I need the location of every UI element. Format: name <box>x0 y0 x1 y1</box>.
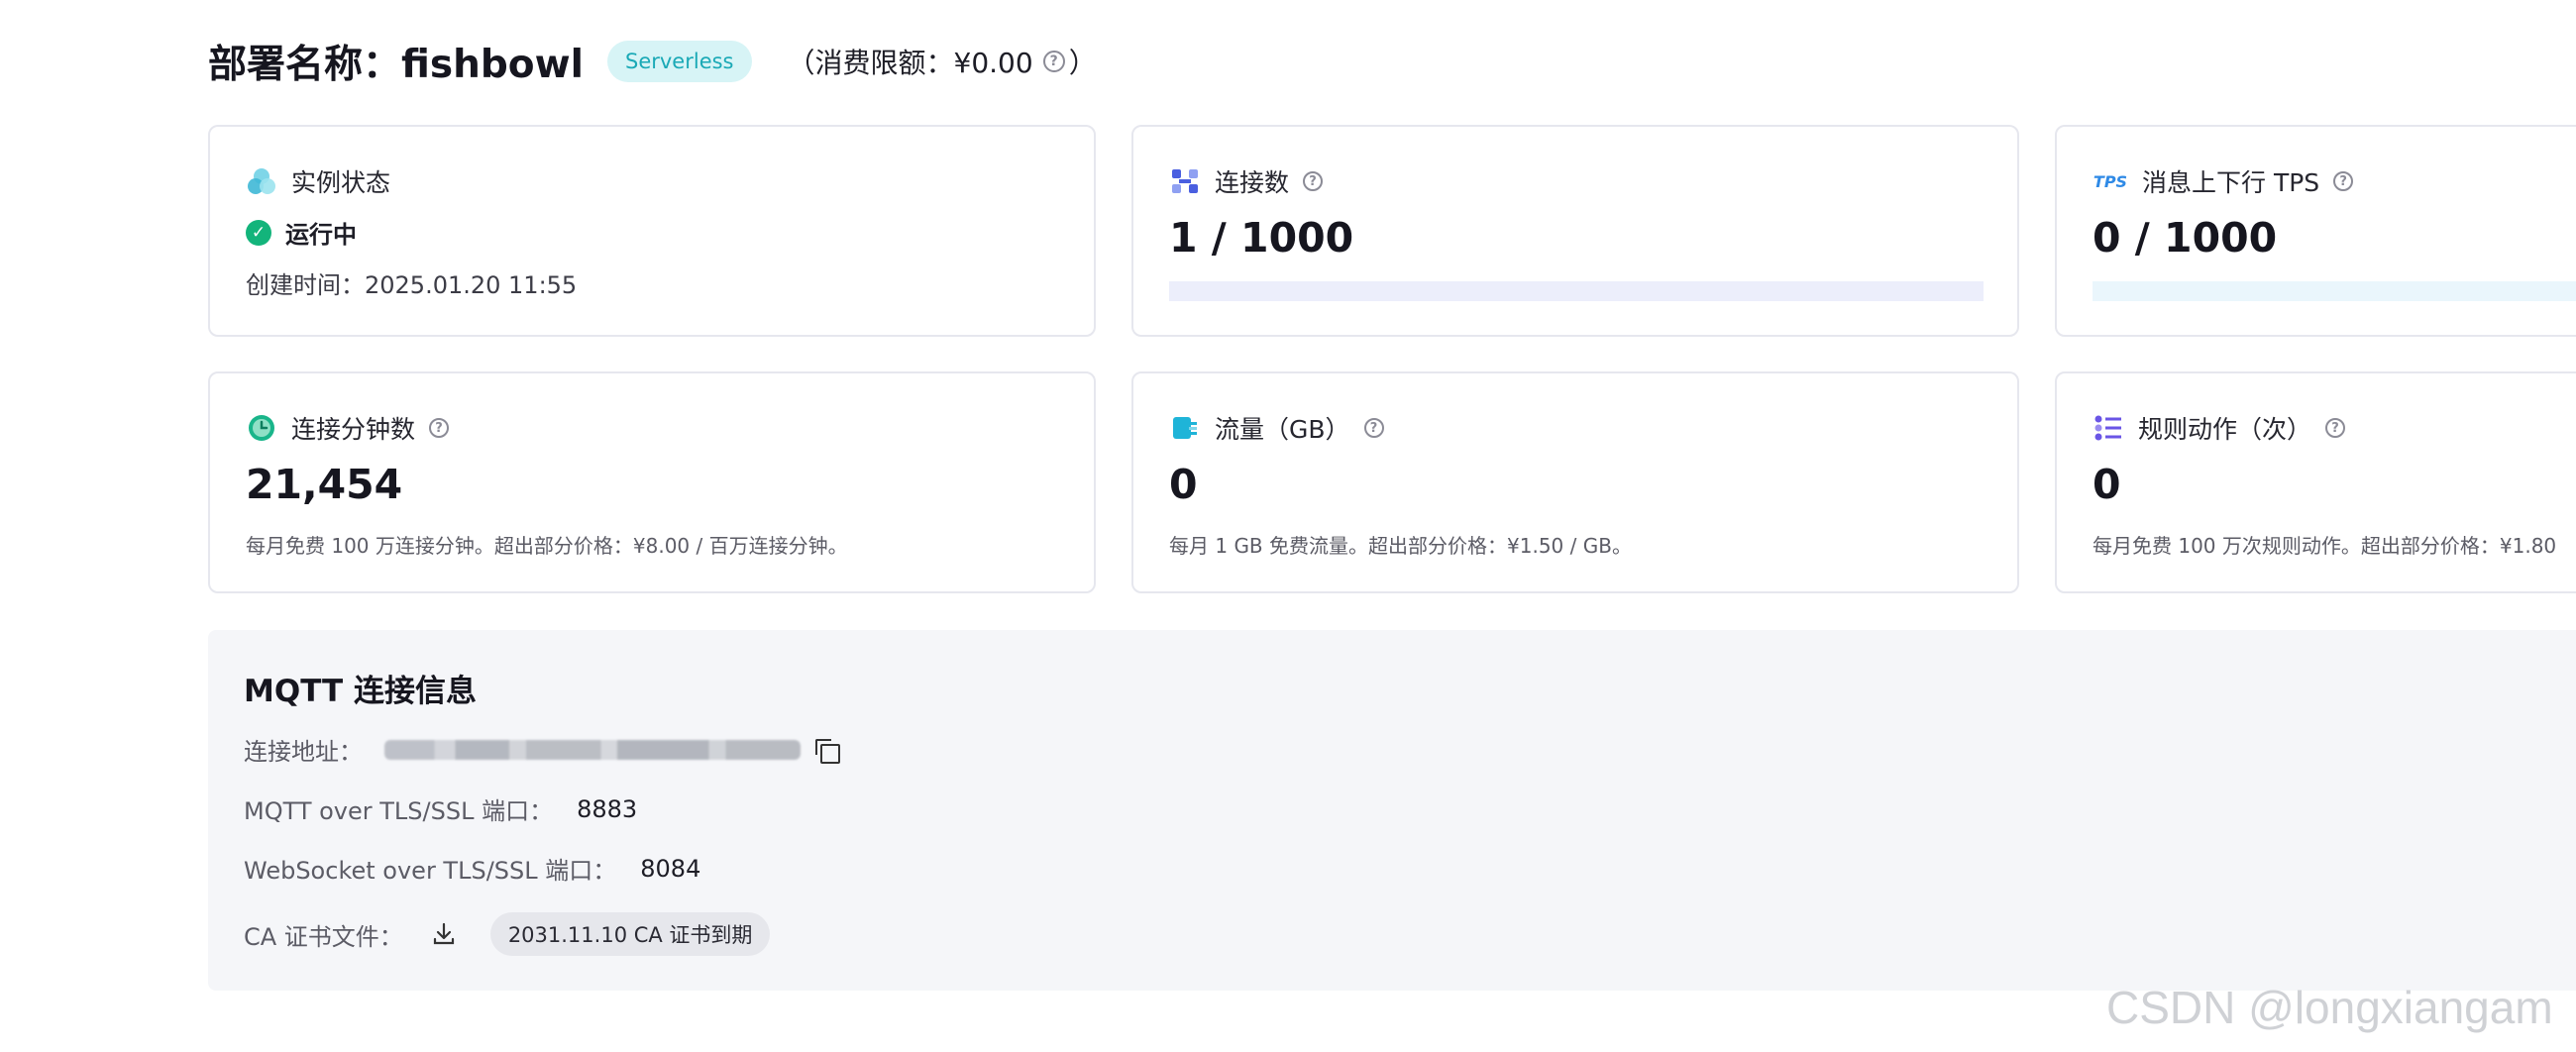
card-label: 连接数 <box>1215 168 1290 197</box>
tps-value: 0 / 1000 <box>2093 214 2278 262</box>
traffic-card: 流量（GB） ? 0 每月 1 GB 免费流量。超出部分价格：¥1.50 / G… <box>1131 371 2019 593</box>
watermark: CSDN @longxiangam <box>2106 982 2553 1033</box>
network-icon <box>1169 165 1201 197</box>
card-header: 流量（GB） ? <box>1169 410 1384 446</box>
help-icon[interactable]: ? <box>1363 418 1384 438</box>
connection-minutes-value: 21,454 <box>246 461 403 508</box>
card-header: 连接数 ? <box>1169 163 1324 199</box>
ca-expiry-tag: 2031.11.10 CA 证书到期 <box>489 912 771 956</box>
pricing-note: 每月 1 GB 免费流量。超出部分价格：¥1.50 / GB。 <box>1169 534 1632 558</box>
mqtt-section-title: MQTT 连接信息 <box>244 674 477 709</box>
help-icon[interactable]: ? <box>429 418 450 438</box>
card-label: 规则动作（次） <box>2138 415 2312 444</box>
created-time: 创建时间：2025.01.20 11:55 <box>246 271 578 299</box>
spend-limit-close: ） <box>1068 47 1097 79</box>
tls-port-value: 8883 <box>577 794 638 823</box>
traffic-value: 0 <box>1169 461 1198 508</box>
card-header: 规则动作（次） ? <box>2093 410 2346 446</box>
rule-actions-value: 0 <box>2093 461 2121 508</box>
tls-port-row: MQTT over TLS/SSL 端口： 8883 <box>244 791 637 826</box>
download-icon[interactable] <box>429 919 459 949</box>
address-row: 连接地址： <box>244 732 840 767</box>
clock-icon <box>246 412 277 444</box>
page-header: 部署名称：fishbowl Serverless （消费限额：¥0.00 ? ） <box>208 36 1097 87</box>
list-icon <box>2093 412 2124 444</box>
tps-progress-bar <box>2093 281 2576 301</box>
status-text: 运行中 <box>285 221 357 249</box>
connections-progress-bar <box>1169 281 1984 301</box>
help-icon[interactable]: ? <box>1042 51 1065 72</box>
ws-port-row: WebSocket over TLS/SSL 端口： 8084 <box>244 851 700 886</box>
check-circle-icon: ✓ <box>246 219 271 246</box>
connection-minutes-card: 连接分钟数 ? 21,454 每月免费 100 万连接分钟。超出部分价格：¥8.… <box>208 371 1096 593</box>
card-header: 实例状态 <box>246 163 390 199</box>
help-icon[interactable]: ? <box>1303 171 1324 191</box>
copy-icon[interactable] <box>814 738 840 764</box>
tls-port-label: MQTT over TLS/SSL 端口： <box>244 797 554 825</box>
card-header: TPS 消息上下行 TPS ? <box>2093 163 2354 199</box>
card-label: 消息上下行 TPS <box>2142 168 2320 197</box>
card-header: 连接分钟数 ? <box>246 410 450 446</box>
instance-icon <box>246 165 277 197</box>
tps-icon: TPS <box>2093 165 2128 197</box>
ca-cert-label: CA 证书文件： <box>244 922 403 951</box>
page: 部署名称：fishbowl Serverless （消费限额：¥0.00 ? ）… <box>0 0 2576 1052</box>
connections-value: 1 / 1000 <box>1169 214 1354 262</box>
instance-status-card: 实例状态 ✓ 运行中 创建时间：2025.01.20 11:55 <box>208 125 1096 337</box>
connections-card: 连接数 ? 1 / 1000 <box>1131 125 2019 337</box>
card-label: 连接分钟数 <box>291 415 416 444</box>
page-title: 部署名称：fishbowl <box>208 43 584 87</box>
ws-port-value: 8084 <box>640 854 701 883</box>
traffic-icon <box>1169 412 1201 444</box>
card-label: 流量（GB） <box>1215 415 1350 444</box>
rule-actions-card: 规则动作（次） ? 0 每月免费 100 万次规则动作。超出部分价格：¥1.80 <box>2055 371 2576 593</box>
card-label: 实例状态 <box>291 168 391 197</box>
tps-card: TPS 消息上下行 TPS ? 0 / 1000 <box>2055 125 2576 337</box>
ws-port-label: WebSocket over TLS/SSL 端口： <box>244 857 617 885</box>
address-value-redacted[interactable] <box>384 739 801 760</box>
tps-icon-text: TPS <box>2093 171 2128 191</box>
help-icon[interactable]: ? <box>2325 418 2346 438</box>
mqtt-connection-panel: MQTT 连接信息 连接地址： MQTT over TLS/SSL 端口： 88… <box>208 630 2576 991</box>
spend-limit-text: （消费限额：¥0.00 <box>787 47 1033 79</box>
pricing-note: 每月免费 100 万连接分钟。超出部分价格：¥8.00 / 百万连接分钟。 <box>246 534 848 558</box>
spend-limit: （消费限额：¥0.00 ? ） <box>788 42 1097 81</box>
plan-badge: Serverless <box>607 41 752 82</box>
address-label: 连接地址： <box>244 738 363 766</box>
status-badge: ✓ 运行中 <box>246 215 357 250</box>
help-icon[interactable]: ? <box>2333 171 2354 191</box>
ca-cert-row: CA 证书文件： 2031.11.10 CA 证书到期 <box>244 912 771 956</box>
pricing-note: 每月免费 100 万次规则动作。超出部分价格：¥1.80 <box>2093 534 2557 558</box>
